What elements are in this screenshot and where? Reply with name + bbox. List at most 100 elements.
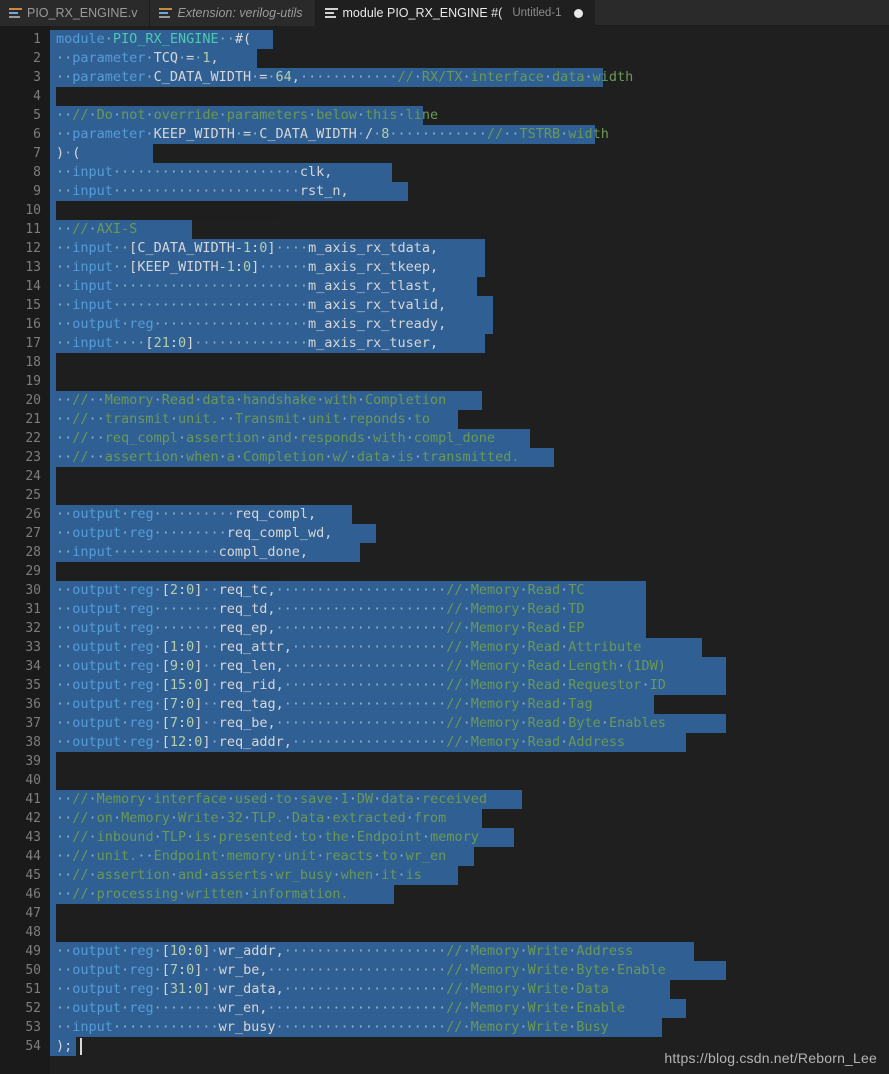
verilog-file-icon (9, 7, 22, 20)
code-line[interactable]: ··output·reg·[2:0]··req_tc,·············… (50, 581, 889, 600)
code-line-text: ··output·reg··········req_compl, (56, 506, 317, 522)
code-line[interactable]: ··input··[KEEP_WIDTH-1:0]······m_axis_rx… (50, 258, 889, 277)
line-number: 54 (25, 1039, 41, 1054)
line-number: 3 (33, 70, 41, 85)
code-line[interactable]: ··input·······················clk, (50, 163, 889, 182)
code-line[interactable]: ··output·reg···················m_axis_rx… (50, 315, 889, 334)
text-cursor (80, 1038, 83, 1055)
code-line[interactable]: ··output·reg·[10:0]·wr_addr,············… (50, 942, 889, 961)
code-line[interactable]: ··//··transmit·unit.··Transmit·unit·repo… (50, 410, 889, 429)
code-line[interactable]: ··output·reg·········req_compl_wd, (50, 524, 889, 543)
code-line[interactable]: ··input··[C_DATA_WIDTH-1:0]····m_axis_rx… (50, 239, 889, 258)
empty-line-selection-box (56, 486, 279, 505)
line-number: 42 (25, 811, 41, 826)
line-number: 38 (25, 735, 41, 750)
line-number: 33 (25, 640, 41, 655)
code-line-text: ··//··req_compl·assertion·and·responds·w… (56, 430, 496, 446)
code-line[interactable] (50, 201, 889, 220)
code-line-text: ··input·······················clk, (56, 164, 333, 180)
code-line-text: ··//·assertion·and·asserts·wr_busy·when·… (56, 867, 422, 883)
line-number: 2 (33, 51, 41, 66)
empty-line-selection-box (56, 372, 279, 391)
empty-line-selection-box (56, 353, 279, 372)
code-line[interactable]: ··output·reg·[7:0]··req_tag,············… (50, 695, 889, 714)
line-number: 4 (33, 89, 41, 104)
code-line-text: ··output·reg·[1:0]··req_attr,···········… (56, 639, 642, 655)
code-line[interactable]: ··//·Do·not·override·parameters·below·th… (50, 106, 889, 125)
code-line[interactable] (50, 87, 889, 106)
code-line-text: ··input··[KEEP_WIDTH-1:0]······m_axis_rx… (56, 259, 439, 275)
code-line[interactable]: ··//·assertion·and·asserts·wr_busy·when·… (50, 866, 889, 885)
empty-line-selection-box (56, 771, 279, 790)
code-line[interactable] (50, 372, 889, 391)
code-line[interactable]: ··output·reg·[7:0]··req_be,·············… (50, 714, 889, 733)
code-line[interactable]: ··output·reg·[7:0]··wr_be,··············… (50, 961, 889, 980)
code-line[interactable]: ··//·processing·written·information. (50, 885, 889, 904)
code-line[interactable]: ··input························m_axis_rx… (50, 277, 889, 296)
code-editor[interactable]: 1 2 3 4 5 6 7 8 9 10 11 12 13 14 15 16 17 18 19 20 21 22 23 24 2… (0, 26, 889, 1074)
code-line[interactable]: ··input························m_axis_rx… (50, 296, 889, 315)
code-line[interactable]: ··output·reg·[31:0]·wr_data,············… (50, 980, 889, 999)
code-line-text: ··output·reg·[7:0]··req_be,·············… (56, 715, 666, 731)
code-line-text: ··//·inbound·TLP·is·presented·to·the·End… (56, 829, 479, 845)
code-line[interactable]: ··parameter·KEEP_WIDTH·=·C_DATA_WIDTH·/·… (50, 125, 889, 144)
code-line[interactable] (50, 562, 889, 581)
code-line[interactable]: ··//·unit.··Endpoint·memory·unit·reacts·… (50, 847, 889, 866)
code-line[interactable]: ··parameter·TCQ·=·1, (50, 49, 889, 68)
code-line[interactable] (50, 353, 889, 372)
code-line-text: ··parameter·C_DATA_WIDTH·=·64,··········… (56, 69, 634, 85)
code-line[interactable]: ··output·reg········req_ep,·············… (50, 619, 889, 638)
code-line[interactable]: ··output·reg··········req_compl, (50, 505, 889, 524)
code-line[interactable]: ··input·············compl_done, (50, 543, 889, 562)
code-line[interactable] (50, 467, 889, 486)
code-line[interactable] (50, 923, 889, 942)
editor-tab-0[interactable]: PIO_RX_ENGINE.v (0, 0, 151, 26)
empty-line-selection-box (56, 562, 279, 581)
code-line[interactable]: module·PIO_RX_ENGINE··#( (50, 30, 889, 49)
code-line[interactable]: ··output·reg········wr_en,··············… (50, 999, 889, 1018)
code-line-text: ··output·reg·········req_compl_wd, (56, 525, 333, 541)
code-line[interactable]: ··//·Memory·interface·used·to·save·1·DW·… (50, 790, 889, 809)
code-line[interactable]: ··parameter·C_DATA_WIDTH·=·64,··········… (50, 68, 889, 87)
code-line[interactable]: ··output·reg········req_td,·············… (50, 600, 889, 619)
line-number: 39 (25, 754, 41, 769)
code-line[interactable]: ··input·············wr_busy·············… (50, 1018, 889, 1037)
editor-tab-1[interactable]: Extension: verilog-utils (150, 0, 316, 26)
editor-tab-label: module PIO_RX_ENGINE #( (342, 6, 503, 20)
code-line-text: ··//·unit.··Endpoint·memory·unit·reacts·… (56, 848, 447, 864)
line-number: 31 (25, 602, 41, 617)
code-line[interactable]: ··//··req_compl·assertion·and·responds·w… (50, 429, 889, 448)
code-line[interactable]: ··//·inbound·TLP·is·presented·to·the·End… (50, 828, 889, 847)
editor-tab-bar: PIO_RX_ENGINE.v Extension: verilog-utils m… (0, 0, 889, 26)
line-number: 21 (25, 412, 41, 427)
code-line[interactable]: ··//··assertion·when·a·Completion·w/·dat… (50, 448, 889, 467)
line-number: 7 (33, 146, 41, 161)
code-line[interactable]: ··output·reg·[9:0]··req_len,············… (50, 657, 889, 676)
line-number: 48 (25, 925, 41, 940)
extension-icon (159, 7, 173, 20)
code-line-text: ··output·reg········req_ep,·············… (56, 620, 585, 636)
code-line[interactable]: ··//·on·Memory·Write·32·TLP.·Data·extrac… (50, 809, 889, 828)
code-line-text: module·PIO_RX_ENGINE··#( (56, 31, 252, 47)
line-number: 27 (25, 526, 41, 541)
code-line[interactable]: ··output·reg·[15:0]·req_rid,············… (50, 676, 889, 695)
code-line[interactable]: ··//·AXI-S (50, 220, 889, 239)
code-line[interactable] (50, 752, 889, 771)
code-line[interactable]: ··output·reg·[1:0]··req_attr,···········… (50, 638, 889, 657)
code-line[interactable] (50, 904, 889, 923)
code-line-text: ··output·reg·[15:0]·req_rid,············… (56, 677, 666, 693)
line-number: 28 (25, 545, 41, 560)
line-number: 18 (25, 355, 41, 370)
code-line[interactable] (50, 771, 889, 790)
code-line[interactable]: ··output·reg·[12:0]·req_addr,···········… (50, 733, 889, 752)
code-line[interactable]: ··input·······················rst_n, (50, 182, 889, 201)
editor-tab-2[interactable]: module PIO_RX_ENGINE #(Untitled-1 (315, 0, 595, 26)
line-number: 6 (33, 127, 41, 142)
code-line[interactable]: )·( (50, 144, 889, 163)
code-line[interactable] (50, 486, 889, 505)
code-line[interactable]: ··//··Memory·Read·data·handshake·with·Co… (50, 391, 889, 410)
unsaved-indicator-icon[interactable] (573, 8, 583, 18)
code-line[interactable]: ··input····[21:0]··············m_axis_rx… (50, 334, 889, 353)
line-number: 10 (25, 203, 41, 218)
code-content[interactable]: module·PIO_RX_ENGINE··#( ··parameter·TCQ·… (50, 26, 889, 1074)
